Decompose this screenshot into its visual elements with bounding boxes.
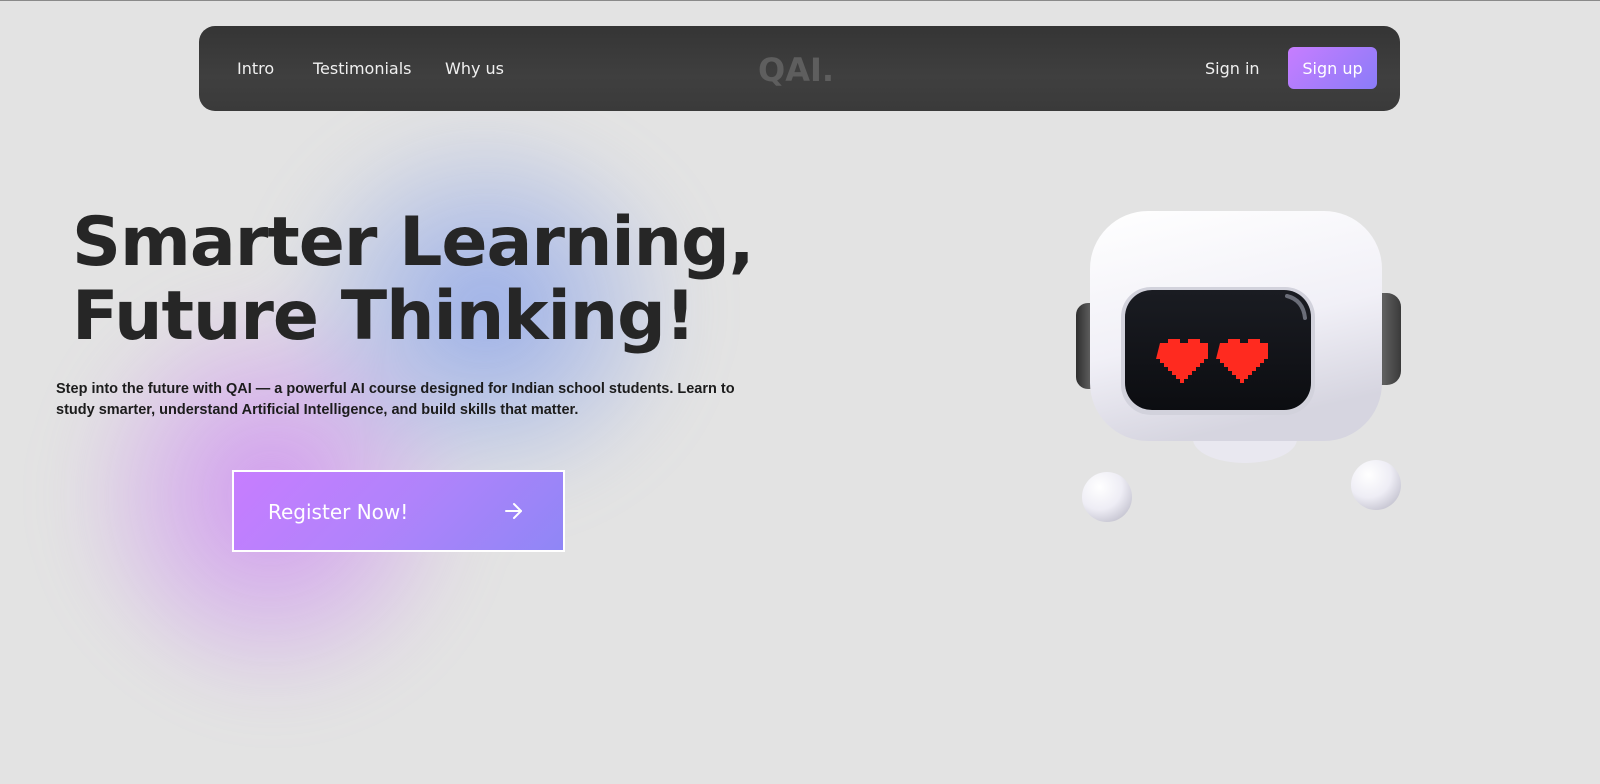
hero-title: Smarter Learning, Future Thinking! — [72, 203, 755, 356]
nav-link-intro[interactable]: Intro — [237, 59, 274, 78]
hero-subtitle: Step into the future with QAI — a powerf… — [56, 381, 735, 418]
robot-face-screen — [1125, 290, 1311, 410]
nav-link-testimonials[interactable]: Testimonials — [313, 59, 412, 78]
robot-right-hand — [1351, 460, 1401, 510]
register-now-label: Register Now! — [268, 500, 409, 524]
robot-illustration — [1076, 211, 1401, 522]
nav-link-why-us[interactable]: Why us — [445, 59, 504, 78]
hero-title-line-2: Future Thinking! — [72, 277, 696, 356]
register-now-button[interactable]: Register Now! — [232, 470, 565, 552]
top-navbar: Intro Testimonials Why us QAI. Sign in S… — [199, 26, 1400, 111]
robot-left-hand — [1082, 472, 1132, 522]
hero-title-line-1: Smarter Learning, — [72, 203, 755, 282]
sign-up-button[interactable]: Sign up — [1288, 47, 1377, 89]
arrow-right-icon — [505, 503, 522, 519]
sign-in-link[interactable]: Sign in — [1205, 59, 1260, 78]
brand-logo[interactable]: QAI. — [758, 51, 834, 89]
